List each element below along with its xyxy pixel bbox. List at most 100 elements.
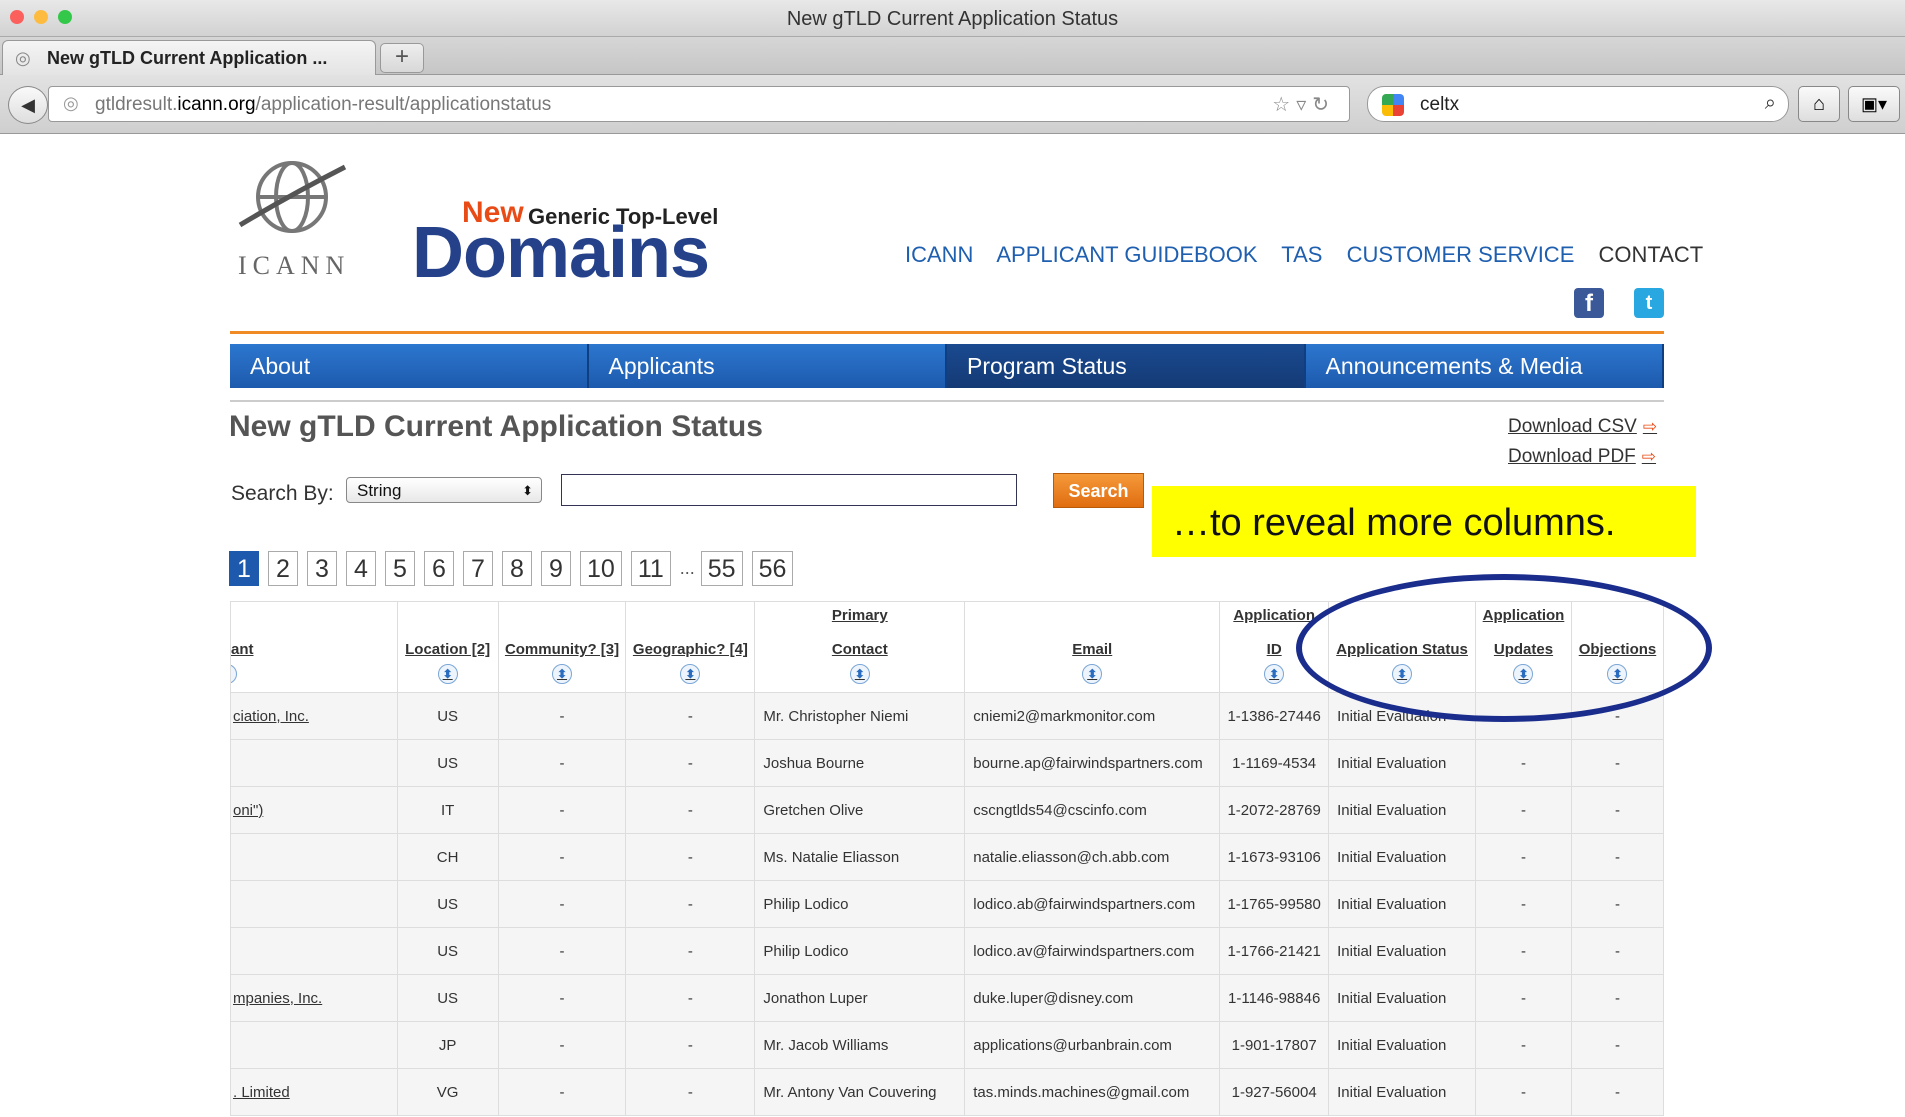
col-header-community[interactable]: Community? [3] ⬍ [497,601,627,693]
nav-link-icann[interactable]: ICANN [905,242,973,267]
browser-tab[interactable]: ◎ New gTLD Current Application ... [2,40,376,75]
external-link-icon: ⇨ [1642,417,1658,436]
nav-link-contact[interactable]: CONTACT [1599,242,1704,267]
cell-applicant[interactable] [230,880,398,928]
page-link[interactable]: 11 [630,551,671,586]
cell-applicant[interactable] [230,927,398,975]
twitter-icon[interactable]: t [1634,288,1664,318]
table-row[interactable]: . Limited VG - - Mr. Antony Van Couvering tas… [230,1068,1664,1116]
bookmarks-button[interactable]: ▣▾ [1848,86,1900,122]
cell-objections: - [1570,1021,1664,1069]
cell-location: CH [396,833,499,881]
search-icon[interactable]: ⌕ [1765,92,1776,115]
cell-application-id: 1-1765-99580 [1219,880,1330,928]
search-by-select[interactable]: String ⬍ [346,477,542,503]
cell-applicant[interactable]: ciation, Inc. [230,692,398,740]
search-input[interactable] [561,474,1017,506]
page-link[interactable]: 8 [502,551,532,586]
nav-link-applicant-guidebook[interactable]: APPLICANT GUIDEBOOK [996,242,1257,267]
table-row[interactable]: US - - Philip Lodico lodico.ab@fairwindspart… [230,880,1664,928]
home-button[interactable]: ⌂ [1798,86,1840,122]
cell-community: - [497,692,627,740]
sort-icon[interactable]: ⬍ [437,664,458,684]
cell-applicant[interactable] [230,833,398,881]
cell-location: JP [396,1021,499,1069]
cell-application-id: 1-1766-21421 [1219,927,1330,975]
page-link[interactable]: 2 [268,551,298,586]
new-tab-button[interactable]: + [380,43,424,73]
col-header-geographic[interactable]: Geographic? [4] ⬍ [625,601,756,693]
cell-application-id: 1-2072-28769 [1219,786,1330,834]
cell-location: US [396,880,499,928]
download-csv-link[interactable]: Download CSV ⇨ [1508,416,1657,438]
bookmark-star-icon[interactable]: ☆▿↻ [1272,92,1335,117]
page-link[interactable]: 10 [580,551,622,586]
cell-application-updates: - [1475,880,1572,928]
cell-community: - [497,739,627,787]
nav-link-tas[interactable]: TAS [1281,242,1322,267]
sort-icon[interactable]: ⬍ [680,664,701,684]
col-header-applicant[interactable]: ant⬍ [230,601,398,693]
page-link[interactable]: 6 [424,551,454,586]
site-identity-icon: ◎ [63,93,79,113]
page-current[interactable]: 1 [229,551,259,586]
cell-location: US [396,739,499,787]
cell-applicant[interactable] [230,1021,398,1069]
table-row[interactable]: US - - Philip Lodico lodico.av@fairwindspart… [230,927,1664,975]
cell-application-status: Initial Evaluation [1328,786,1476,834]
icann-logo[interactable]: ICANN [230,155,380,285]
browser-tab-label: New gTLD Current Application ... [47,48,328,68]
cell-applicant[interactable]: oni") [230,786,398,834]
table-row[interactable]: US - - Joshua Bourne bourne.ap@fairwindspart… [230,739,1664,787]
cell-geographic: - [625,786,756,834]
page-link[interactable]: 4 [346,551,376,586]
main-nav-applicants[interactable]: Applicants [588,344,947,388]
back-button[interactable]: ◀ [8,86,48,124]
col-header-location[interactable]: Location [2] ⬍ [396,601,499,693]
address-bar[interactable]: ◎ gtldresult.icann.org/application-resul… [48,86,1350,122]
main-nav-about[interactable]: About [230,344,589,388]
cell-application-status: Initial Evaluation [1328,1021,1476,1069]
sort-icon[interactable]: ⬍ [230,664,237,684]
table-row[interactable]: JP - - Mr. Jacob Williams applications@urban… [230,1021,1664,1069]
cell-applicant[interactable] [230,739,398,787]
browser-search-box[interactable]: celtx ⌕ [1367,86,1789,122]
cell-primary-contact: Gretchen Olive [754,786,966,834]
page-link[interactable]: 55 [700,551,743,586]
cell-application-id: 1-1146-98846 [1219,974,1330,1022]
cell-application-updates: - [1475,1068,1572,1116]
page-link[interactable]: 7 [463,551,493,586]
table-row[interactable]: CH - - Ms. Natalie Eliasson natalie.eliasson… [230,833,1664,881]
cell-application-id: 1-1673-93106 [1219,833,1330,881]
main-nav-announcements-media[interactable]: Announcements & Media [1305,344,1664,388]
cell-application-status: Initial Evaluation [1328,974,1476,1022]
page-link[interactable]: 56 [751,551,794,586]
table-row[interactable]: oni") IT - - Gretchen Olive cscngtlds54@cscin… [230,786,1664,834]
cell-email: cniemi2@markmonitor.com [964,692,1221,740]
cell-geographic: - [625,692,756,740]
page-link[interactable]: 5 [385,551,415,586]
page-link[interactable]: 9 [541,551,571,586]
sort-icon[interactable]: ⬍ [1264,664,1285,684]
sort-icon[interactable]: ⬍ [849,664,870,684]
cell-application-updates: - [1475,927,1572,975]
nav-link-customer-service[interactable]: CUSTOMER SERVICE [1347,242,1575,267]
table-row[interactable]: mpanies, Inc. US - - Jonathon Luper duke.lupe… [230,974,1664,1022]
cell-application-updates: - [1475,974,1572,1022]
main-nav: About Applicants Program Status Announce… [230,344,1664,388]
cell-location: VG [396,1068,499,1116]
main-nav-program-status[interactable]: Program Status [947,344,1306,388]
page-link[interactable]: 3 [307,551,337,586]
col-header-primary-contact[interactable]: Primary Contact ⬍ [754,601,966,693]
cell-applicant[interactable]: . Limited [230,1068,398,1116]
cell-objections: - [1570,927,1664,975]
sort-icon[interactable]: ⬍ [552,664,573,684]
tab-bar: ◎ New gTLD Current Application ... + [0,37,1905,75]
cell-applicant[interactable]: mpanies, Inc. [230,974,398,1022]
cell-primary-contact: Mr. Antony Van Couvering [754,1068,966,1116]
sort-icon[interactable]: ⬍ [1082,664,1103,684]
col-header-email[interactable]: Email ⬍ [964,601,1221,693]
download-pdf-link[interactable]: Download PDF ⇨ [1508,446,1656,468]
facebook-icon[interactable]: f [1574,288,1604,318]
search-button[interactable]: Search [1053,473,1144,508]
